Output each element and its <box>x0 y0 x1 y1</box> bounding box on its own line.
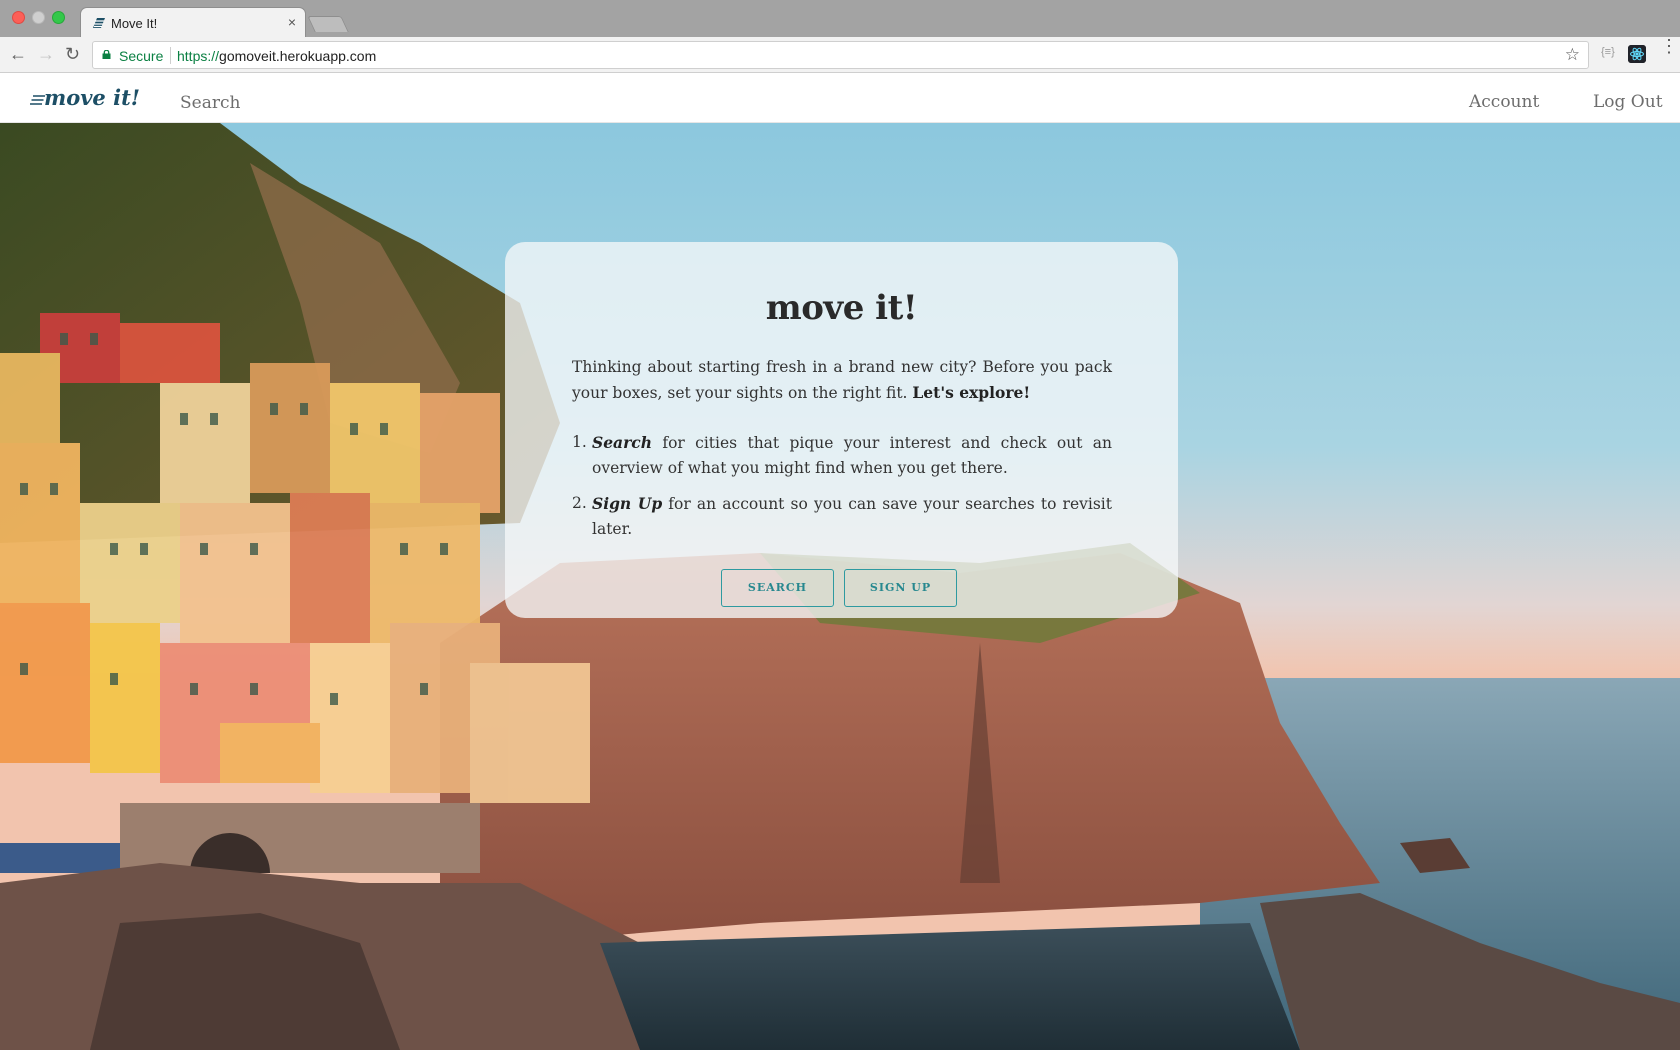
browser-toolbar: ← → ↻ Secure https://gomoveit.herokuapp.… <box>0 37 1680 73</box>
url-host: gomoveit.herokuapp.com <box>219 48 377 64</box>
moveit-favicon-icon <box>93 18 105 28</box>
url-scheme: https:// <box>177 48 220 64</box>
tab-close-icon[interactable]: × <box>288 14 296 30</box>
nav-account-link[interactable]: Account <box>1469 92 1539 112</box>
browser-tab[interactable]: Move It! × <box>80 7 306 38</box>
list-item: 1. Search for cities that pique your inte… <box>572 430 1112 481</box>
step-keyword: Search <box>592 433 652 452</box>
secure-label: Secure <box>119 48 164 64</box>
react-devtools-icon[interactable] <box>1628 45 1646 63</box>
extension-icon[interactable]: {≡} <box>1601 46 1615 58</box>
step-text: for cities that pique your interest and … <box>592 434 1112 477</box>
nav-search-link[interactable]: Search <box>180 93 240 113</box>
lock-icon <box>102 50 111 59</box>
nav-logout-link[interactable]: Log Out <box>1593 92 1663 112</box>
page: move it! Search Account Log Out move it!… <box>0 73 1680 1050</box>
intro-text: Thinking about starting fresh in a brand… <box>572 358 1112 402</box>
tab-title: Move It! <box>111 16 158 31</box>
reload-icon[interactable]: ↻ <box>65 44 80 64</box>
site-navbar: move it! Search Account Log Out <box>0 73 1680 123</box>
card-title: move it! <box>765 288 918 328</box>
welcome-card: move it! Thinking about starting fresh i… <box>505 242 1178 618</box>
sign-up-button[interactable]: SIGN UP <box>844 569 957 607</box>
browser-menu-icon[interactable]: ⋮ <box>1660 37 1678 55</box>
new-tab-button[interactable] <box>307 16 349 32</box>
minimize-window-button[interactable] <box>32 11 45 24</box>
maximize-window-button[interactable] <box>52 11 65 24</box>
steps-list: 1. Search for cities that pique your inte… <box>572 430 1112 552</box>
list-item: 2. Sign Up for an account so you can save… <box>572 491 1112 542</box>
card-intro: Thinking about starting fresh in a brand… <box>572 355 1112 406</box>
back-arrow-icon[interactable]: ← <box>9 44 27 64</box>
bookmark-star-icon[interactable]: ☆ <box>1565 45 1580 65</box>
step-text: for an account so you can save your sear… <box>592 495 1112 538</box>
intro-emphasis: Let's explore! <box>912 383 1031 402</box>
step-number: 2. <box>572 494 587 512</box>
forward-arrow-icon[interactable]: → <box>37 44 55 64</box>
step-keyword: Sign Up <box>592 494 663 513</box>
close-window-button[interactable] <box>12 11 25 24</box>
url-text: https://gomoveit.herokuapp.com <box>177 48 376 64</box>
browser-titlebar: Move It! × <box>0 0 1680 38</box>
step-number: 1. <box>572 433 587 451</box>
logo-text: move it! <box>44 85 140 110</box>
search-button[interactable]: SEARCH <box>721 569 834 607</box>
address-separator <box>170 47 171 64</box>
address-bar[interactable]: Secure https://gomoveit.herokuapp.com ☆ <box>92 41 1589 69</box>
